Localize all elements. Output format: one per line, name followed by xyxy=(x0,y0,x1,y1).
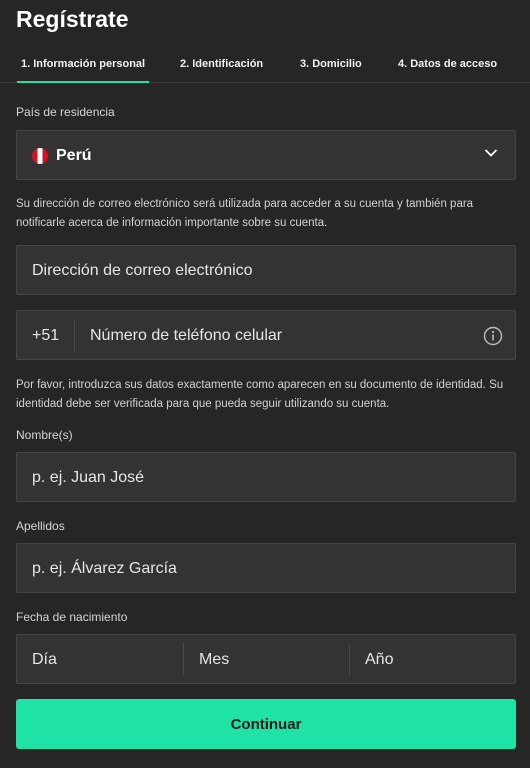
tab-identification[interactable]: 2. Identificación xyxy=(180,58,263,70)
birthdate-divider xyxy=(349,643,350,675)
tab-personal-info[interactable]: 1. Información personal xyxy=(16,58,150,83)
country-value: Perú xyxy=(56,147,92,164)
phone-prefix: +51 xyxy=(32,327,60,344)
email-field[interactable]: Dirección de correo electrónico xyxy=(16,245,516,295)
phone-field[interactable]: +51 Número de teléfono celular xyxy=(16,310,516,360)
registration-steps: 1. Información personal 2. Identificació… xyxy=(0,50,530,83)
birthdate-month-input[interactable]: Mes xyxy=(199,651,229,669)
country-select[interactable]: Perú xyxy=(16,130,516,180)
email-placeholder: Dirección de correo electrónico xyxy=(32,262,253,279)
first-name-field[interactable]: p. ej. Juan José xyxy=(16,452,516,502)
last-name-placeholder: p. ej. Álvarez García xyxy=(32,560,177,577)
birthdate-divider xyxy=(183,643,184,675)
info-icon[interactable] xyxy=(483,326,503,346)
chevron-down-icon[interactable] xyxy=(484,146,498,160)
identity-info-text: Por favor, introduzca sus datos exactame… xyxy=(16,379,504,410)
first-name-label: Nombre(s) xyxy=(16,428,73,442)
phone-divider xyxy=(74,319,75,351)
last-name-field[interactable]: p. ej. Álvarez García xyxy=(16,543,516,593)
tab-address[interactable]: 3. Domicilio xyxy=(300,58,362,70)
peru-flag-icon xyxy=(32,148,48,164)
last-name-label: Apellidos xyxy=(16,519,65,533)
tab-access-data[interactable]: 4. Datos de acceso xyxy=(398,58,497,70)
birthdate-label: Fecha de nacimiento xyxy=(16,610,128,624)
page-title: Regístrate xyxy=(16,6,129,32)
birthdate-day-input[interactable]: Día xyxy=(32,651,57,669)
first-name-placeholder: p. ej. Juan José xyxy=(32,469,145,486)
continue-button[interactable]: Continuar xyxy=(16,699,516,749)
birthdate-field: Día Mes Año xyxy=(16,634,516,684)
country-label: País de residencia xyxy=(16,105,115,119)
birthdate-year-input[interactable]: Año xyxy=(365,651,393,669)
email-info-text: Su dirección de correo electrónico será … xyxy=(16,198,474,229)
phone-placeholder: Número de teléfono celular xyxy=(90,327,283,344)
